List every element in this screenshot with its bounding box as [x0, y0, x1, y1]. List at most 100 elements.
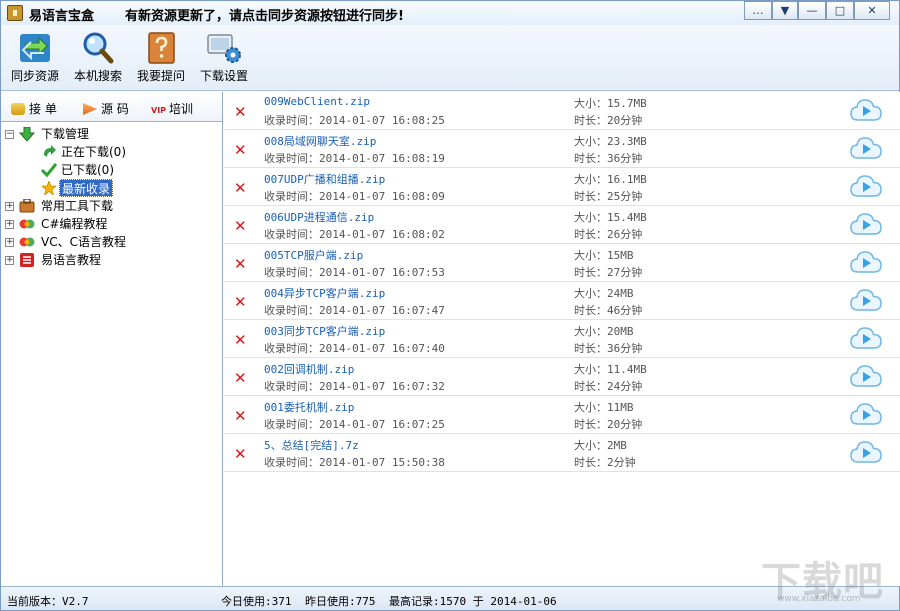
ask-question-button[interactable]: 我要提问 [132, 31, 190, 89]
delete-x-icon[interactable]: ✕ [234, 255, 247, 273]
maximize-button[interactable]: □ [826, 1, 854, 20]
delete-x-icon[interactable]: ✕ [234, 293, 247, 311]
cloud-play-icon[interactable] [850, 401, 882, 427]
duration-prefix: 时长： [574, 190, 607, 203]
item-filename[interactable]: 009WebClient.zip [264, 95, 370, 108]
title-bar[interactable]: 易语言宝盒 有新资源更新了，请点击同步资源按钮进行同步! … ▼ — □ ✕ [1, 1, 899, 25]
item-filename[interactable]: 002回调机制.zip [264, 361, 354, 377]
tree-tools[interactable]: 常用工具下载 [41, 197, 113, 215]
size-value: 23.3MB [607, 135, 647, 148]
time-value: 2014-01-07 16:08:09 [319, 190, 445, 203]
item-filename[interactable]: 008局域网聊天室.zip [264, 133, 376, 149]
list-item[interactable]: ✕ 5、总结[完结].7z 收录时间：2014-01-07 15:50:38 大小：2… [224, 434, 900, 472]
tab-vip-training[interactable]: VIP 培训 [151, 100, 193, 117]
item-size: 大小：23.3MB [574, 133, 647, 149]
time-value: 2014-01-07 16:08:25 [319, 114, 445, 127]
duration-value: 46分钟 [607, 304, 643, 317]
cloud-play-icon[interactable] [850, 325, 882, 351]
size-value: 20MB [607, 325, 634, 338]
tab-source-code-label: 源 码 [101, 102, 129, 116]
delete-x-icon[interactable]: ✕ [234, 369, 247, 387]
collapse-toggle[interactable]: − [5, 130, 14, 139]
item-filename[interactable]: 001委托机制.zip [264, 399, 354, 415]
menu-button[interactable]: ▼ [772, 1, 798, 20]
delete-x-icon[interactable]: ✕ [234, 407, 247, 425]
duration-prefix: 时长： [574, 418, 607, 431]
list-item[interactable]: ✕ 006UDP进程通信.zip 收录时间：2014-01-07 16:08:02 大… [224, 206, 900, 244]
list-item[interactable]: ✕ 007UDP广播和组播.zip 收录时间：2014-01-07 16:08:09… [224, 168, 900, 206]
tree-downloaded[interactable]: 已下载(0) [61, 161, 114, 179]
tree-download-manager[interactable]: 下载管理 [41, 125, 89, 143]
expand-toggle[interactable]: + [5, 238, 14, 247]
close-button[interactable]: ✕ [854, 1, 890, 20]
cloud-play-icon[interactable] [850, 97, 882, 123]
item-filename[interactable]: 5、总结[完结].7z [264, 437, 359, 453]
item-filename[interactable]: 006UDP进程通信.zip [264, 209, 374, 225]
tab-orders[interactable]: 接 单 [11, 100, 57, 117]
local-search-label: 本机搜索 [73, 69, 122, 83]
list-item[interactable]: ✕ 003同步TCP客户端.zip 收录时间：2014-01-07 16:07:40… [224, 320, 900, 358]
item-filename[interactable]: 005TCP服户端.zip [264, 247, 363, 263]
minimize-button[interactable]: — [798, 1, 826, 20]
item-duration: 时长：46分钟 [574, 302, 642, 318]
size-prefix: 大小： [574, 135, 607, 148]
tree-csharp[interactable]: C#编程教程 [41, 215, 107, 233]
app-window: 易语言宝盒 有新资源更新了，请点击同步资源按钮进行同步! … ▼ — □ ✕ 同… [0, 0, 900, 611]
item-filename[interactable]: 003同步TCP客户端.zip [264, 323, 385, 339]
green-arrow-down-icon [18, 126, 36, 142]
time-prefix: 收录时间： [264, 266, 319, 279]
size-prefix: 大小： [574, 173, 607, 186]
time-value: 2014-01-07 16:07:47 [319, 304, 445, 317]
cloud-play-icon[interactable] [850, 249, 882, 275]
size-value: 15MB [607, 249, 634, 262]
list-item[interactable]: ✕ 004异步TCP客户端.zip 收录时间：2014-01-07 16:07:47… [224, 282, 900, 320]
delete-x-icon[interactable]: ✕ [234, 141, 247, 159]
size-prefix: 大小： [574, 97, 607, 110]
tree-vc[interactable]: VC、C语言教程 [41, 233, 126, 251]
tree-latest-selected[interactable]: 最新收录 [59, 179, 114, 197]
list-item[interactable]: ✕ 009WebClient.zip 收录时间：2014-01-07 16:08:2… [224, 92, 900, 130]
item-time: 收录时间：2014-01-07 16:07:40 [264, 340, 445, 356]
item-filename[interactable]: 007UDP广播和组播.zip [264, 171, 385, 187]
delete-x-icon[interactable]: ✕ [234, 217, 247, 235]
item-size: 大小：24MB [574, 285, 634, 301]
maximize-icon: □ [834, 4, 846, 17]
sync-button[interactable]: 同步资源 [6, 31, 64, 89]
cloud-play-icon[interactable] [850, 211, 882, 237]
item-duration: 时长：24分钟 [574, 378, 642, 394]
delete-x-icon[interactable]: ✕ [234, 103, 247, 121]
app-title: 易语言宝盒 [29, 9, 95, 24]
cloud-play-icon[interactable] [850, 363, 882, 389]
tree-eyuyan[interactable]: 易语言教程 [41, 251, 101, 269]
star-icon [41, 180, 57, 196]
delete-x-icon[interactable]: ✕ [234, 331, 247, 349]
duration-prefix: 时长： [574, 304, 607, 317]
expand-toggle[interactable]: + [5, 220, 14, 229]
list-item[interactable]: ✕ 008局域网聊天室.zip 收录时间：2014-01-07 16:08:19 大小… [224, 130, 900, 168]
delete-x-icon[interactable]: ✕ [234, 179, 247, 197]
duration-prefix: 时长： [574, 114, 607, 127]
download-settings-button[interactable]: 下载设置 [195, 31, 253, 89]
time-prefix: 收录时间： [264, 418, 319, 431]
tab-source-code[interactable]: 源 码 [83, 100, 129, 117]
time-prefix: 收录时间： [264, 152, 319, 165]
download-settings-label: 下载设置 [199, 69, 248, 83]
eyuyan-logo-icon [19, 253, 35, 267]
cloud-play-icon[interactable] [850, 439, 882, 465]
expand-toggle[interactable]: + [5, 256, 14, 265]
cloud-play-icon[interactable] [850, 173, 882, 199]
local-search-button[interactable]: 本机搜索 [69, 31, 127, 89]
cloud-play-icon[interactable] [850, 287, 882, 313]
cloud-play-icon[interactable] [850, 135, 882, 161]
delete-x-icon[interactable]: ✕ [234, 445, 247, 463]
item-time: 收录时间：2014-01-07 16:07:53 [264, 264, 445, 280]
chevron-down-icon: ▼ [780, 4, 790, 17]
time-value: 2014-01-07 16:07:25 [319, 418, 445, 431]
list-item[interactable]: ✕ 005TCP服户端.zip 收录时间：2014-01-07 16:07:53 大小… [224, 244, 900, 282]
expand-toggle[interactable]: + [5, 202, 14, 211]
item-filename[interactable]: 004异步TCP客户端.zip [264, 285, 385, 301]
feedback-button[interactable]: … [744, 1, 772, 20]
list-item[interactable]: ✕ 002回调机制.zip 收录时间：2014-01-07 16:07:32 大小：1… [224, 358, 900, 396]
tree-downloading[interactable]: 正在下载(0) [61, 143, 126, 161]
list-item[interactable]: ✕ 001委托机制.zip 收录时间：2014-01-07 16:07:25 大小：1… [224, 396, 900, 434]
